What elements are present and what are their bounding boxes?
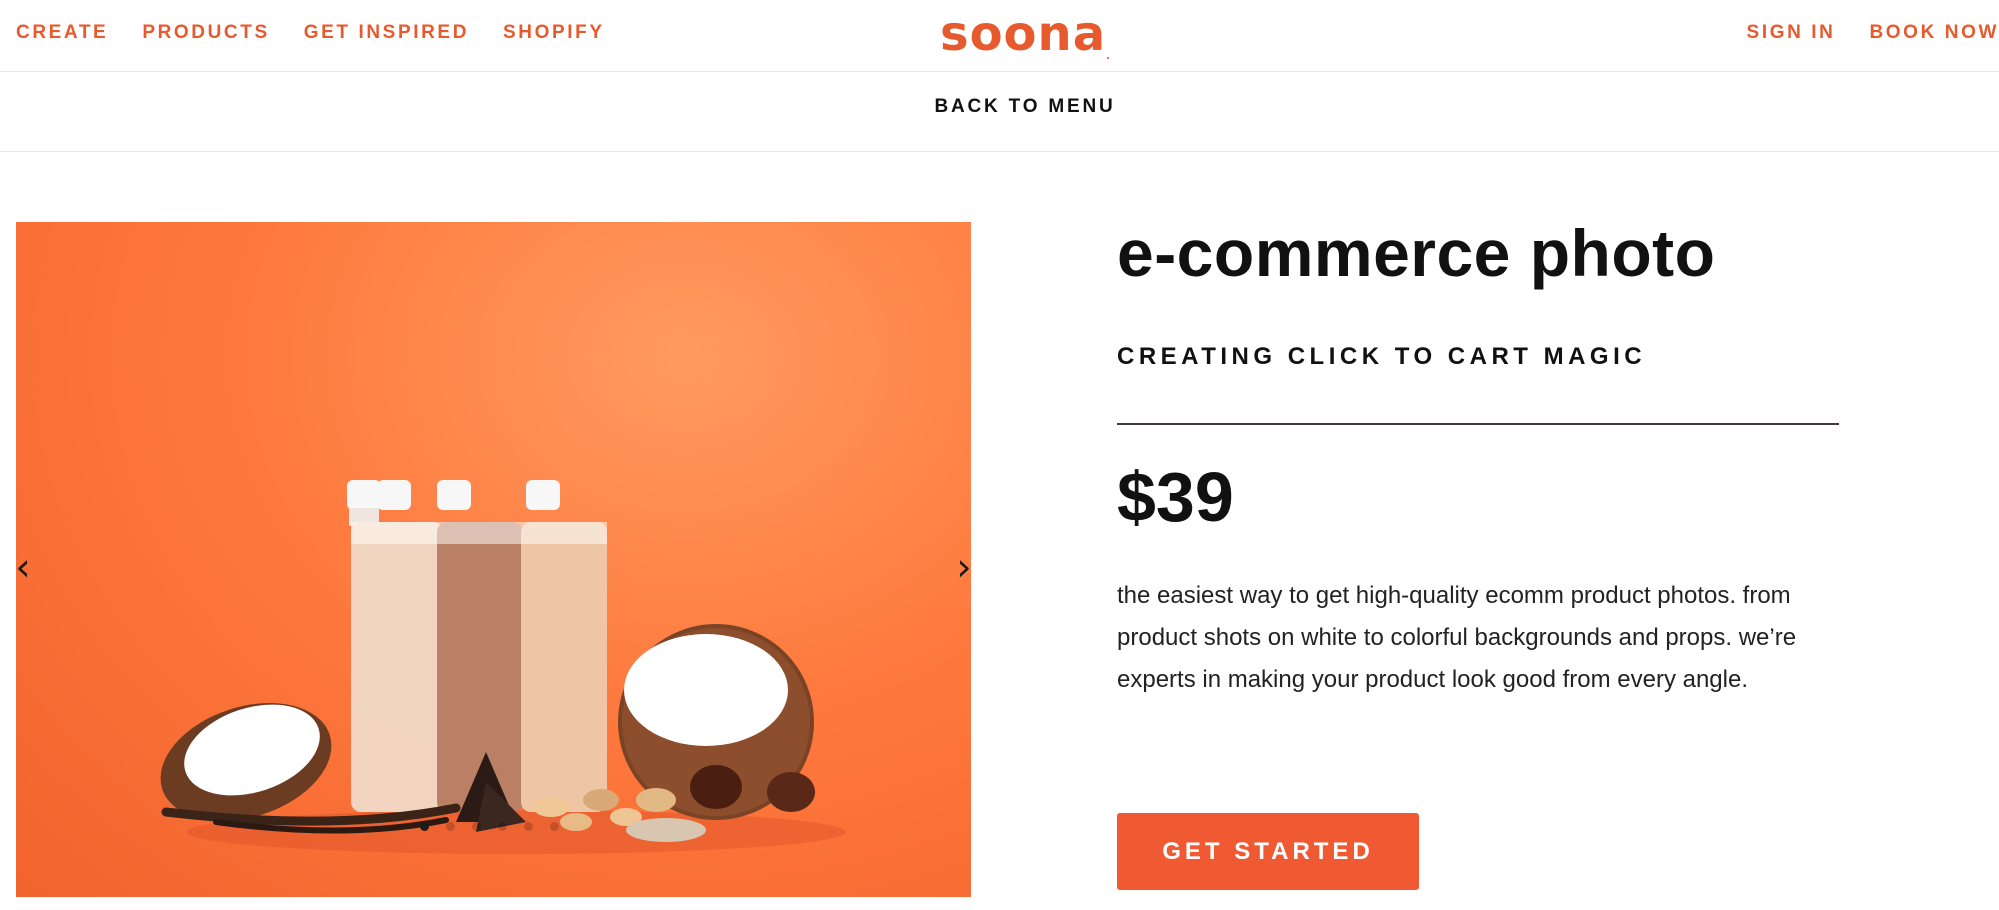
nav-link-products[interactable]: PRODUCTS xyxy=(142,22,269,44)
carousel-dot[interactable] xyxy=(498,822,507,831)
nav-link-shopify[interactable]: SHOPIFY xyxy=(503,22,605,44)
logo-text: soona xyxy=(940,6,1107,62)
account-nav: SIGN IN BOOK NOW xyxy=(1747,22,1999,44)
product-image-carousel[interactable]: ‹ › xyxy=(16,222,971,897)
carousel-next-arrow-icon[interactable]: › xyxy=(951,547,971,587)
divider xyxy=(1117,423,1839,425)
carousel-prev-arrow-icon[interactable]: ‹ xyxy=(16,547,36,587)
back-to-menu-link[interactable]: BACK TO MENU xyxy=(0,96,1999,118)
carousel-dot[interactable] xyxy=(472,822,481,831)
nav-link-book-now[interactable]: BOOK NOW xyxy=(1869,22,1999,44)
get-started-button[interactable]: GET STARTED xyxy=(1117,813,1419,890)
carousel-dot[interactable] xyxy=(524,822,533,831)
nav-link-create[interactable]: CREATE xyxy=(16,22,108,44)
product-price: $39 xyxy=(1117,458,1234,536)
top-nav: CREATE PRODUCTS GET INSPIRED SHOPIFY soo… xyxy=(0,0,1999,72)
product-description: the easiest way to get high-quality ecom… xyxy=(1117,582,1797,693)
back-bar: BACK TO MENU xyxy=(0,72,1999,152)
logo-mark: . xyxy=(1106,51,1111,62)
carousel-dot[interactable] xyxy=(420,822,429,831)
nav-link-get-inspired[interactable]: GET INSPIRED xyxy=(304,22,469,44)
bottle-group xyxy=(347,480,607,812)
carousel-dot[interactable] xyxy=(550,822,559,831)
carousel-dot[interactable] xyxy=(446,822,455,831)
product-details: e-commerce photo CREATING CLICK TO CART … xyxy=(1117,215,1842,701)
product-subtitle: CREATING CLICK TO CART MAGIC xyxy=(1117,343,1647,370)
carousel-dots xyxy=(420,822,559,831)
product-title: e-commerce photo xyxy=(1117,216,1716,290)
product-photo xyxy=(160,480,846,854)
nav-link-sign-in[interactable]: SIGN IN xyxy=(1747,22,1836,44)
primary-nav: CREATE PRODUCTS GET INSPIRED SHOPIFY xyxy=(16,22,605,44)
soona-logo[interactable]: soona. xyxy=(940,6,1111,62)
